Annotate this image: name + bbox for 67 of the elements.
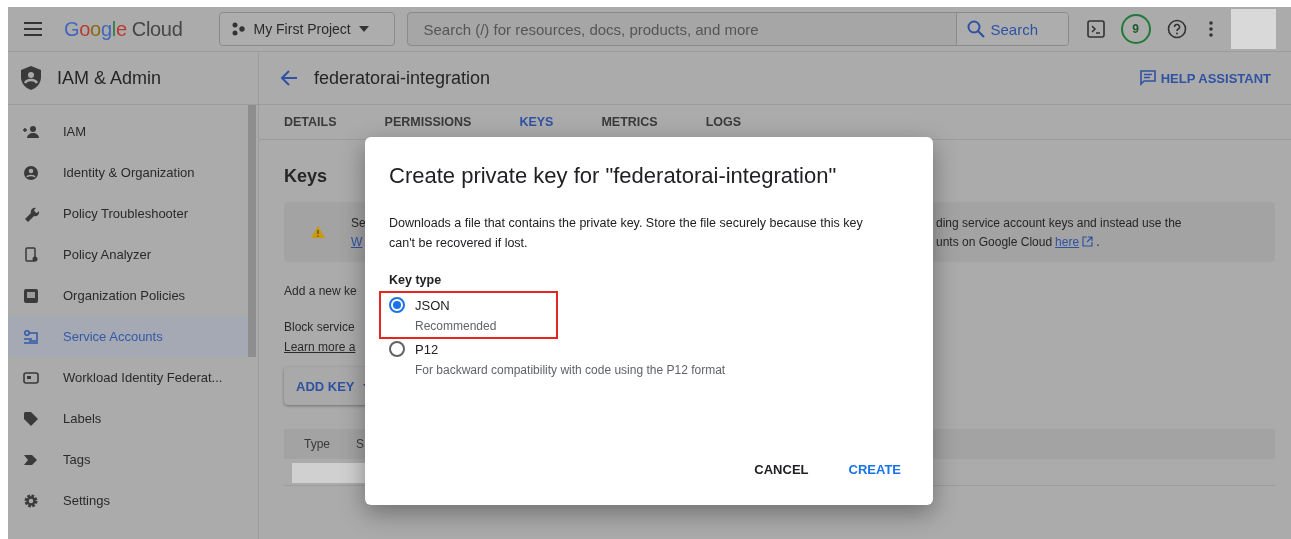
sidebar-item[interactable]: Policy Troubleshooter — [8, 193, 248, 234]
learn-more-link[interactable]: Learn more a — [284, 340, 356, 354]
terminal-icon[interactable] — [1086, 20, 1105, 38]
document-icon — [23, 246, 39, 263]
tab[interactable]: METRICS — [601, 105, 658, 139]
chat-icon — [1139, 70, 1156, 86]
section-heading: Keys — [284, 166, 328, 188]
tag-icon — [23, 410, 39, 427]
field-label: Key type — [389, 273, 443, 287]
block-text: Block service — [284, 320, 355, 334]
option-label[interactable]: JSON — [415, 297, 450, 313]
google-cloud-logo[interactable]: Google Cloud — [64, 17, 183, 41]
back-arrow-icon[interactable] — [280, 69, 298, 87]
help-icon[interactable] — [1166, 19, 1187, 39]
notification-badge[interactable]: 9 — [1120, 14, 1151, 44]
service-icon — [23, 328, 39, 345]
warning-text: unts on Google Cloud — [936, 234, 1053, 249]
scrollbar-thumb[interactable] — [248, 105, 256, 357]
search-icon — [966, 20, 985, 38]
sidebar-item[interactable]: Labels — [8, 398, 248, 439]
tab[interactable]: KEYS — [519, 105, 554, 139]
cancel-button[interactable]: CANCEL — [746, 454, 817, 485]
sidebar-item[interactable]: Settings — [8, 480, 248, 521]
more-icon[interactable] — [1208, 21, 1213, 37]
dialog-title: Create private key for "federatorai-integration" — [389, 163, 838, 189]
column-header[interactable]: Type — [284, 437, 330, 451]
radio-button[interactable] — [389, 297, 405, 313]
card-icon — [23, 369, 39, 386]
option-hint: Recommended — [415, 319, 497, 333]
sidebar-item[interactable]: Policy Analyzer — [8, 234, 248, 275]
sidebar-item[interactable]: Workload Identity Federat... — [8, 357, 248, 398]
project-icon — [231, 22, 246, 36]
punctuation: . — [1096, 234, 1100, 249]
add-key-text: Add a new ke — [284, 284, 357, 298]
square-icon — [23, 287, 39, 304]
menu-icon[interactable] — [24, 22, 42, 36]
sidebar-item[interactable]: Organization Policies — [8, 275, 248, 316]
caret-icon — [358, 26, 369, 32]
shield-icon — [21, 66, 41, 90]
warning-icon — [310, 226, 325, 238]
project-picker[interactable]: My First Project — [218, 12, 395, 46]
help-assistant-button[interactable]: HELP ASSISTANT — [1139, 70, 1271, 86]
dialog-description: Downloads a file that contains the private key. Store the file securely because this key can't be recovered if lost. — [389, 215, 864, 252]
sidebar-item[interactable]: Service Accounts — [8, 316, 248, 357]
sidebar-item[interactable]: IAM — [8, 111, 248, 152]
option-label[interactable]: P12 — [415, 341, 439, 357]
external-link-icon[interactable] — [1082, 236, 1094, 247]
radio-button[interactable] — [389, 341, 405, 357]
person-add-icon — [23, 123, 39, 140]
page-title: federatorai-integration — [314, 67, 491, 89]
warning-text: Se — [351, 215, 367, 230]
tab[interactable]: DETAILS — [284, 105, 337, 139]
tab[interactable]: PERMISSIONS — [384, 105, 472, 139]
account-icon — [23, 164, 39, 181]
search-field[interactable]: Search (/) for resources, docs, products, and more Search — [406, 12, 1069, 46]
gear-icon — [23, 492, 39, 509]
option-hint: For backward compatibility with code using the P12 format — [415, 363, 726, 377]
sidebar-item[interactable]: Identity & Organization — [8, 152, 248, 193]
section-title: IAM & Admin — [57, 67, 162, 89]
tab[interactable]: LOGS — [705, 105, 742, 139]
here-link[interactable]: here — [1055, 234, 1080, 249]
sidebar-item[interactable]: Tags — [8, 439, 248, 480]
column-header[interactable]: S — [330, 437, 365, 451]
create-button[interactable]: CREATE — [840, 454, 909, 485]
wrench-icon — [23, 205, 39, 222]
search-button[interactable]: Search — [955, 13, 1068, 45]
warning-text: ding service account keys and instead use the — [936, 215, 1183, 230]
